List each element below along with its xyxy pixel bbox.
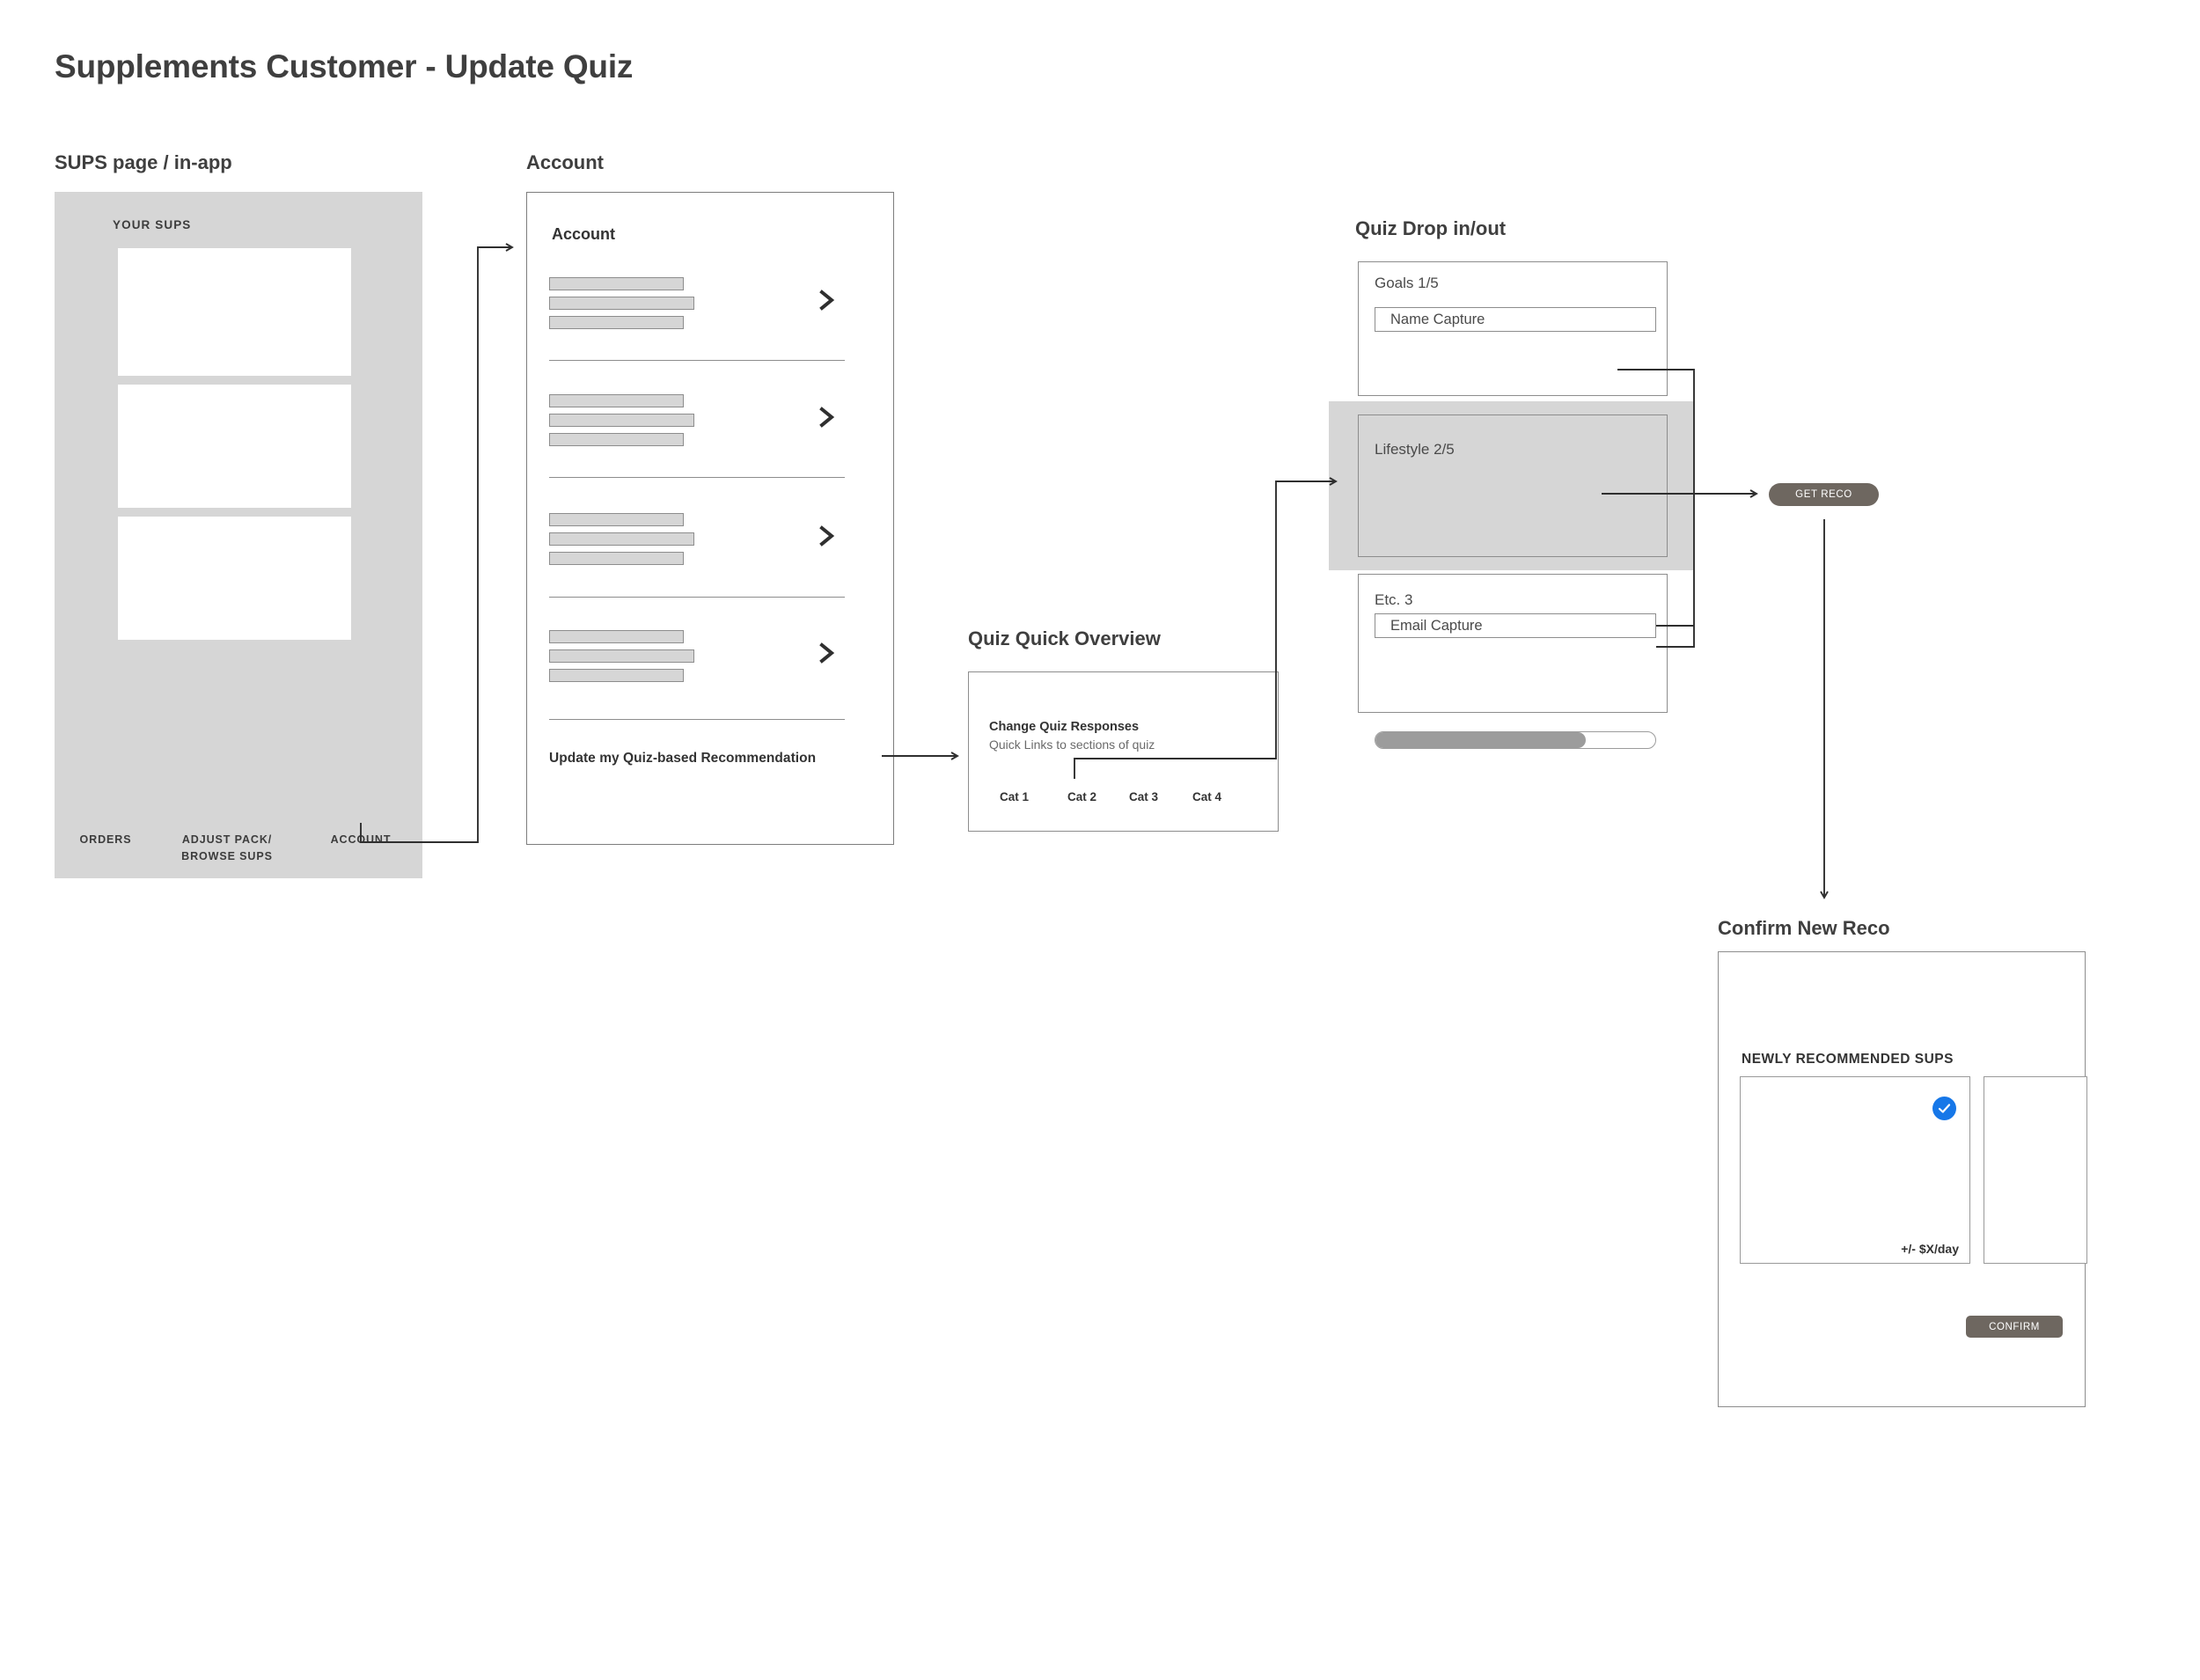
sup-card[interactable] — [118, 385, 351, 508]
quick-links-subheading: Quick Links to sections of quiz — [989, 737, 1155, 752]
section-title-confirm-new-reco: Confirm New Reco — [1718, 917, 1890, 939]
sups-nav-adjust-line2: BROWSE SUPS — [181, 850, 273, 863]
sup-card[interactable] — [118, 248, 351, 376]
quiz-quick-overview-panel — [968, 671, 1279, 832]
get-reco-button[interactable]: GET RECO — [1769, 483, 1879, 506]
section-title-account: Account — [526, 151, 604, 173]
account-placeholder-bar — [549, 630, 684, 643]
account-divider — [549, 719, 845, 721]
recommended-sup-card[interactable] — [1984, 1076, 2087, 1264]
account-placeholder-bar — [549, 649, 694, 663]
account-placeholder-bar — [549, 394, 684, 407]
quiz-category-link-2[interactable]: Cat 2 — [1067, 790, 1096, 803]
account-placeholder-bar — [549, 552, 684, 565]
quiz-step-label-etc: Etc. 3 — [1375, 591, 1413, 608]
chevron-right-icon[interactable] — [818, 406, 838, 429]
quiz-category-link-1[interactable]: Cat 1 — [1000, 790, 1029, 803]
quiz-step-card-lifestyle — [1358, 414, 1668, 557]
page-title: Supplements Customer - Update Quiz — [55, 48, 634, 84]
chevron-right-icon[interactable] — [818, 525, 838, 547]
recommended-sup-card[interactable]: +/- $X/day — [1740, 1076, 1970, 1264]
section-title-quiz-drop: Quiz Drop in/out — [1355, 217, 1507, 239]
quiz-category-link-3[interactable]: Cat 3 — [1129, 790, 1158, 803]
account-divider — [549, 477, 845, 479]
email-capture-input-value: Email Capture — [1390, 618, 1483, 634]
account-placeholder-bar — [549, 277, 684, 290]
name-capture-input-value: Name Capture — [1390, 312, 1485, 327]
section-title-sups-page: SUPS page / in-app — [55, 151, 232, 173]
name-capture-input[interactable]: Name Capture — [1375, 307, 1656, 332]
update-quiz-recommendation-link[interactable]: Update my Quiz-based Recommendation — [549, 751, 816, 767]
account-placeholder-bar — [549, 433, 684, 446]
change-quiz-responses-heading: Change Quiz Responses — [989, 720, 1140, 734]
account-divider — [549, 360, 845, 362]
recommended-sup-price: +/- $X/day — [1901, 1242, 1959, 1256]
sup-card[interactable] — [118, 517, 351, 640]
account-placeholder-bar — [549, 532, 694, 546]
account-placeholder-bar — [549, 513, 684, 526]
section-title-quiz-quick-overview: Quiz Quick Overview — [968, 627, 1161, 649]
quiz-step-label-goals: Goals 1/5 — [1375, 275, 1439, 291]
account-placeholder-bar — [549, 316, 684, 329]
email-capture-input[interactable]: Email Capture — [1375, 613, 1656, 638]
newly-recommended-sups-heading: NEWLY RECOMMENDED SUPS — [1742, 1052, 1954, 1067]
account-panel-label: Account — [552, 225, 615, 243]
account-placeholder-bar — [549, 297, 694, 310]
quiz-step-label-lifestyle: Lifestyle 2/5 — [1375, 441, 1455, 458]
chevron-right-icon[interactable] — [818, 289, 838, 312]
wireframe-canvas: Supplements Customer - Update Quiz SUPS … — [0, 0, 2200, 1680]
check-circle-icon[interactable] — [1932, 1097, 1956, 1120]
your-sups-heading: YOUR SUPS — [113, 218, 192, 231]
quiz-category-link-4[interactable]: Cat 4 — [1192, 790, 1221, 803]
sups-nav-orders[interactable]: ORDERS — [53, 832, 158, 848]
quiz-progress-thumb[interactable] — [1375, 732, 1586, 748]
account-placeholder-bar — [549, 414, 694, 427]
quiz-progress-scrollbar[interactable] — [1375, 731, 1656, 749]
account-divider — [549, 597, 845, 598]
sups-nav-adjust-line1: ADJUST PACK/ — [181, 833, 273, 846]
chevron-right-icon[interactable] — [818, 642, 838, 664]
sups-nav-adjust-pack[interactable]: ADJUST PACK/ BROWSE SUPS — [157, 832, 297, 866]
account-placeholder-bar — [549, 669, 684, 682]
sups-nav-account[interactable]: ACCOUNT — [299, 832, 422, 848]
confirm-button[interactable]: CONFIRM — [1966, 1316, 2063, 1338]
